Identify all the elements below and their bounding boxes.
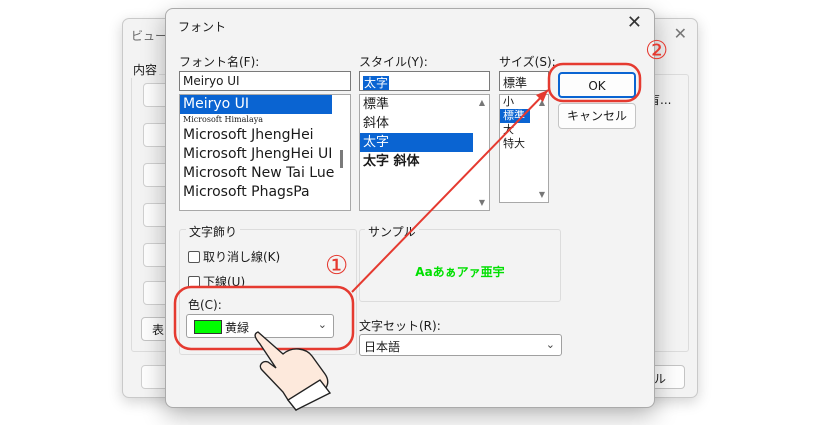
charset-select[interactable]: 日本語 ⌄	[359, 334, 562, 356]
style-list[interactable]: 標準 斜体 太字 太字 斜体 ▲ ▼	[359, 94, 490, 211]
font-list-scrollbar-thumb[interactable]	[340, 150, 343, 168]
style-list-item[interactable]: 標準	[360, 95, 489, 114]
scroll-down-icon[interactable]: ▼	[479, 198, 485, 207]
strikeout-checkbox[interactable]: 取り消し線(K)	[188, 248, 280, 265]
underline-label: 下線(U)	[203, 275, 246, 289]
underline-checkbox[interactable]: 下線(U)	[188, 273, 245, 290]
chevron-down-icon: ⌄	[317, 318, 327, 331]
color-swatch	[194, 320, 222, 334]
size-input[interactable]: 標準	[499, 71, 549, 91]
size-label: サイズ(S):	[499, 55, 556, 69]
style-list-item[interactable]: 太字 斜体	[360, 152, 489, 171]
chevron-down-icon: ⌄	[545, 338, 555, 351]
style-list-item[interactable]: 斜体	[360, 114, 489, 133]
font-list-item[interactable]: Microsoft New Tai Lue	[180, 164, 350, 183]
checkbox-box[interactable]	[188, 276, 200, 288]
dialog-title: フォント	[178, 20, 227, 34]
font-name-input[interactable]: Meiryo UI	[179, 71, 351, 91]
background-group-label: 内容	[131, 61, 160, 78]
font-name-label: フォント名(F):	[179, 55, 260, 69]
checkbox-box[interactable]	[188, 251, 200, 263]
font-list-item[interactable]: Microsoft PhagsPa	[180, 183, 350, 202]
scroll-up-icon[interactable]: ▲	[539, 98, 545, 107]
color-select[interactable]: 黄緑 ⌄	[186, 314, 334, 338]
scroll-up-icon[interactable]: ▲	[479, 98, 485, 107]
font-list-item[interactable]: Microsoft JhengHei UI	[180, 145, 350, 164]
charset-label: 文字セット(R):	[359, 319, 441, 333]
effects-label: 文字飾り	[186, 223, 241, 240]
close-icon[interactable]: ✕	[627, 12, 642, 33]
font-list-item[interactable]: Microsoft Himalaya	[180, 114, 350, 126]
step-two-marker: ②	[645, 36, 669, 66]
style-input-value: 太字	[363, 76, 390, 90]
font-name-list[interactable]: Meiryo UI Microsoft Himalaya Microsoft J…	[179, 94, 351, 211]
sample-text: Aaあぁアァ亜宇	[415, 265, 505, 279]
size-list-item[interactable]: 特大	[500, 137, 548, 151]
font-list-item[interactable]: Meiryo UI	[180, 95, 332, 114]
charset-value: 日本語	[364, 340, 401, 354]
color-value: 黄緑	[225, 321, 250, 335]
font-list-item[interactable]: Microsoft JhengHei	[180, 126, 350, 145]
scroll-down-icon[interactable]: ▼	[539, 190, 545, 199]
strikeout-label: 取り消し線(K)	[203, 250, 281, 264]
font-dialog: フォント ✕ フォント名(F): Meiryo UI Meiryo UI Mic…	[165, 8, 655, 408]
style-label: スタイル(Y):	[359, 55, 428, 69]
size-list[interactable]: 小 標準 大 特大 ▲ ▼	[499, 94, 549, 203]
style-list-item[interactable]: 太字	[360, 133, 473, 152]
ok-button[interactable]: OK	[558, 72, 636, 98]
step-one-marker: ①	[325, 251, 349, 281]
size-list-item[interactable]: 標準	[500, 109, 530, 123]
size-list-item[interactable]: 大	[500, 123, 548, 137]
sample-label: サンプル	[365, 223, 419, 240]
background-close-icon[interactable]: ✕	[674, 24, 687, 43]
color-label: 色(C):	[188, 298, 222, 312]
cancel-button[interactable]: キャンセル	[558, 103, 636, 129]
style-input[interactable]: 太字	[359, 71, 490, 91]
